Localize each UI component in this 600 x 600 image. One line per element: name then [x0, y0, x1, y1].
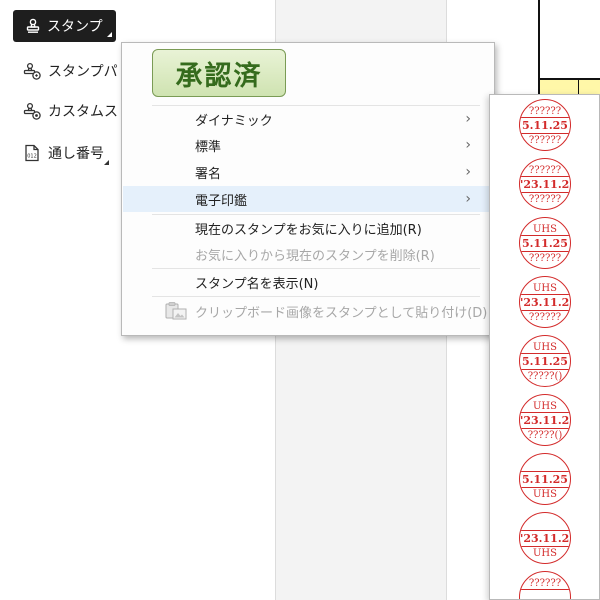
custom-stamp-item[interactable]: カスタムス [23, 100, 118, 122]
seal-bot-text: ?????? [528, 312, 562, 323]
seal-mid-text: 5.11.25 [520, 471, 570, 488]
seal-bot-text: ?????? [528, 194, 562, 205]
custom-stamp-icon [23, 102, 41, 120]
menu-item-remove-favorite: お気に入りから現在のスタンプを削除(R) [195, 248, 435, 264]
menu-item-add-favorite[interactable]: 現在のスタンプをお気に入りに追加(R) [123, 215, 493, 241]
seal-mid-text: '23.11.25 [520, 294, 570, 311]
serial-dropdown-corner-icon [104, 160, 109, 165]
seal-mid-text: 5.11.25 [520, 353, 570, 370]
stamp-button-label: スタンプ [47, 19, 103, 35]
seal-bot-text: UHS [533, 489, 557, 500]
serial-number-item[interactable]: 012 通し番号 [23, 142, 104, 164]
digital-seal-item[interactable]: UHS'23.11.25?????() [519, 394, 571, 446]
stamp-palette-item[interactable]: スタンプパ [23, 60, 118, 82]
seal-bot-text: ?????? [528, 135, 562, 146]
digital-seal-item[interactable]: 5.11.25 UHS [519, 453, 571, 505]
chevron-right-icon: › [465, 191, 471, 207]
chevron-right-icon: › [465, 111, 471, 127]
digital-seal-submenu: ??????5.11.25????????????'23.11.25??????… [489, 94, 600, 600]
seal-bot-text: ?????() [527, 371, 563, 382]
seal-mid-text: 5.11.25 [520, 235, 570, 252]
document-border-line [538, 0, 540, 80]
seal-mid-text: '23.11.25 [520, 176, 570, 193]
digital-seal-item[interactable]: ?????? 5.11.25?????? [519, 99, 571, 151]
stamp-menu: 承認済 ダイナミック › 標準 › 署名 › 電子印鑑 › 現在のスタンプをお気… [121, 42, 495, 336]
menu-separator [152, 296, 480, 297]
custom-stamp-label: カスタムス [48, 104, 118, 120]
svg-text:012: 012 [27, 154, 37, 160]
seal-mid-text: '23.11.25 [520, 530, 570, 547]
menu-item-signature[interactable]: 署名 › [123, 159, 493, 185]
seal-mid-text: 5.11.25 [520, 117, 570, 134]
seal-bot-text: ?????? [528, 253, 562, 264]
clipboard-image-icon [165, 302, 187, 320]
seal-bot-text: ?????() [527, 430, 563, 441]
dropdown-corner-icon [107, 32, 112, 37]
menu-item-dynamic[interactable]: ダイナミック › [123, 106, 493, 132]
chevron-right-icon: › [465, 164, 471, 180]
stamp-icon [26, 18, 40, 33]
menu-item-paste-clipboard: クリップボード画像をスタンプとして貼り付け(D) [123, 298, 493, 324]
serial-number-icon: 012 [25, 144, 39, 162]
chevron-right-icon: › [465, 137, 471, 153]
digital-seal-item[interactable]: UHS 5.11.25 ?????() [519, 335, 571, 387]
digital-seal-item[interactable]: ??????'23.11.25?????? [519, 158, 571, 210]
digital-seal-item[interactable]: UHS'23.11.25?????? [519, 276, 571, 328]
digital-seal-item[interactable]: UHS 5.11.25?????? [519, 217, 571, 269]
current-stamp-preview[interactable]: 承認済 [152, 49, 286, 97]
stamp-palette-icon [23, 62, 41, 80]
serial-number-label: 通し番号 [48, 146, 104, 162]
seal-bot-text: UHS [533, 548, 557, 559]
menu-item-standard[interactable]: 標準 › [123, 132, 493, 158]
stamp-palette-label: スタンプパ [48, 64, 118, 80]
digital-seal-item[interactable]: ?????? [519, 571, 571, 599]
menu-item-show-name[interactable]: スタンプ名を表示(N) [123, 269, 493, 295]
digital-seal-item[interactable]: '23.11.25UHS [519, 512, 571, 564]
menu-item-digital-seal[interactable]: 電子印鑑 › [123, 186, 493, 212]
seal-mid-text: '23.11.25 [520, 412, 570, 429]
seal-mid-text [520, 589, 570, 599]
stamp-button[interactable]: スタンプ [13, 10, 116, 42]
